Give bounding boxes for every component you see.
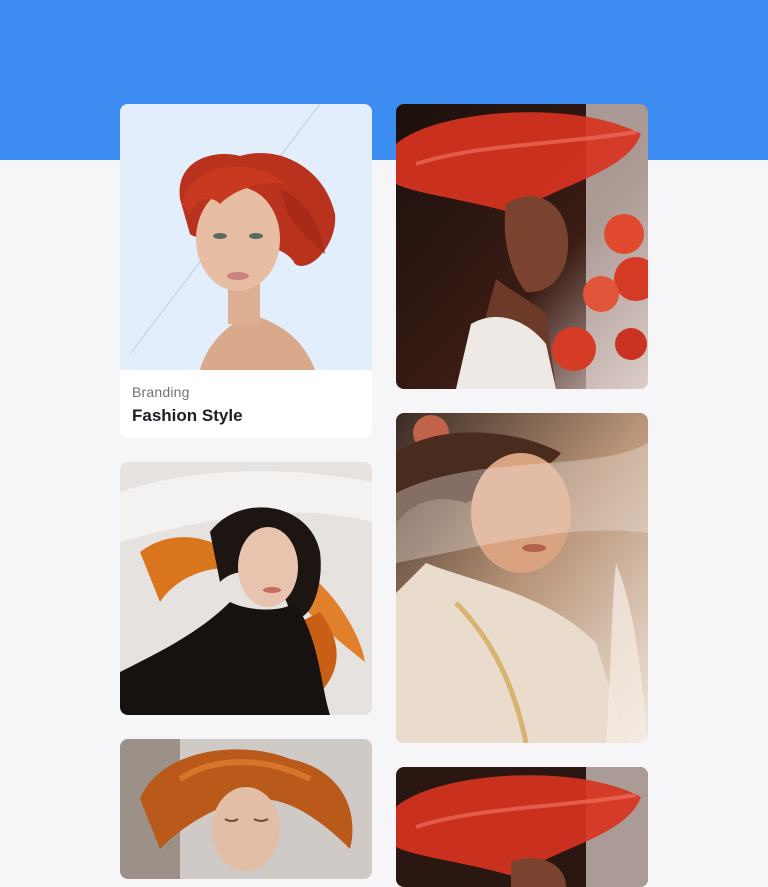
portfolio-image-red-hat-2 (396, 767, 648, 887)
card-category: Branding (132, 384, 190, 400)
portfolio-image-red-hat (396, 104, 648, 389)
hero-banner (0, 0, 768, 160)
portfolio-card-copper-hair[interactable] (120, 739, 372, 879)
portfolio-card-veil[interactable] (396, 413, 648, 743)
portfolio-card-red-hat-2[interactable] (396, 767, 648, 887)
portfolio-card-featured[interactable]: Branding Fashion Style (120, 104, 372, 438)
portfolio-card-red-hat[interactable] (396, 104, 648, 389)
portfolio-image-windswept (120, 462, 372, 715)
portfolio-card-windswept[interactable] (120, 462, 372, 715)
portfolio-image-copper-hair (120, 739, 372, 879)
portfolio-image-red-hair (120, 104, 372, 370)
card-title[interactable]: Fashion Style (132, 406, 360, 426)
portfolio-image-veil (396, 413, 648, 743)
